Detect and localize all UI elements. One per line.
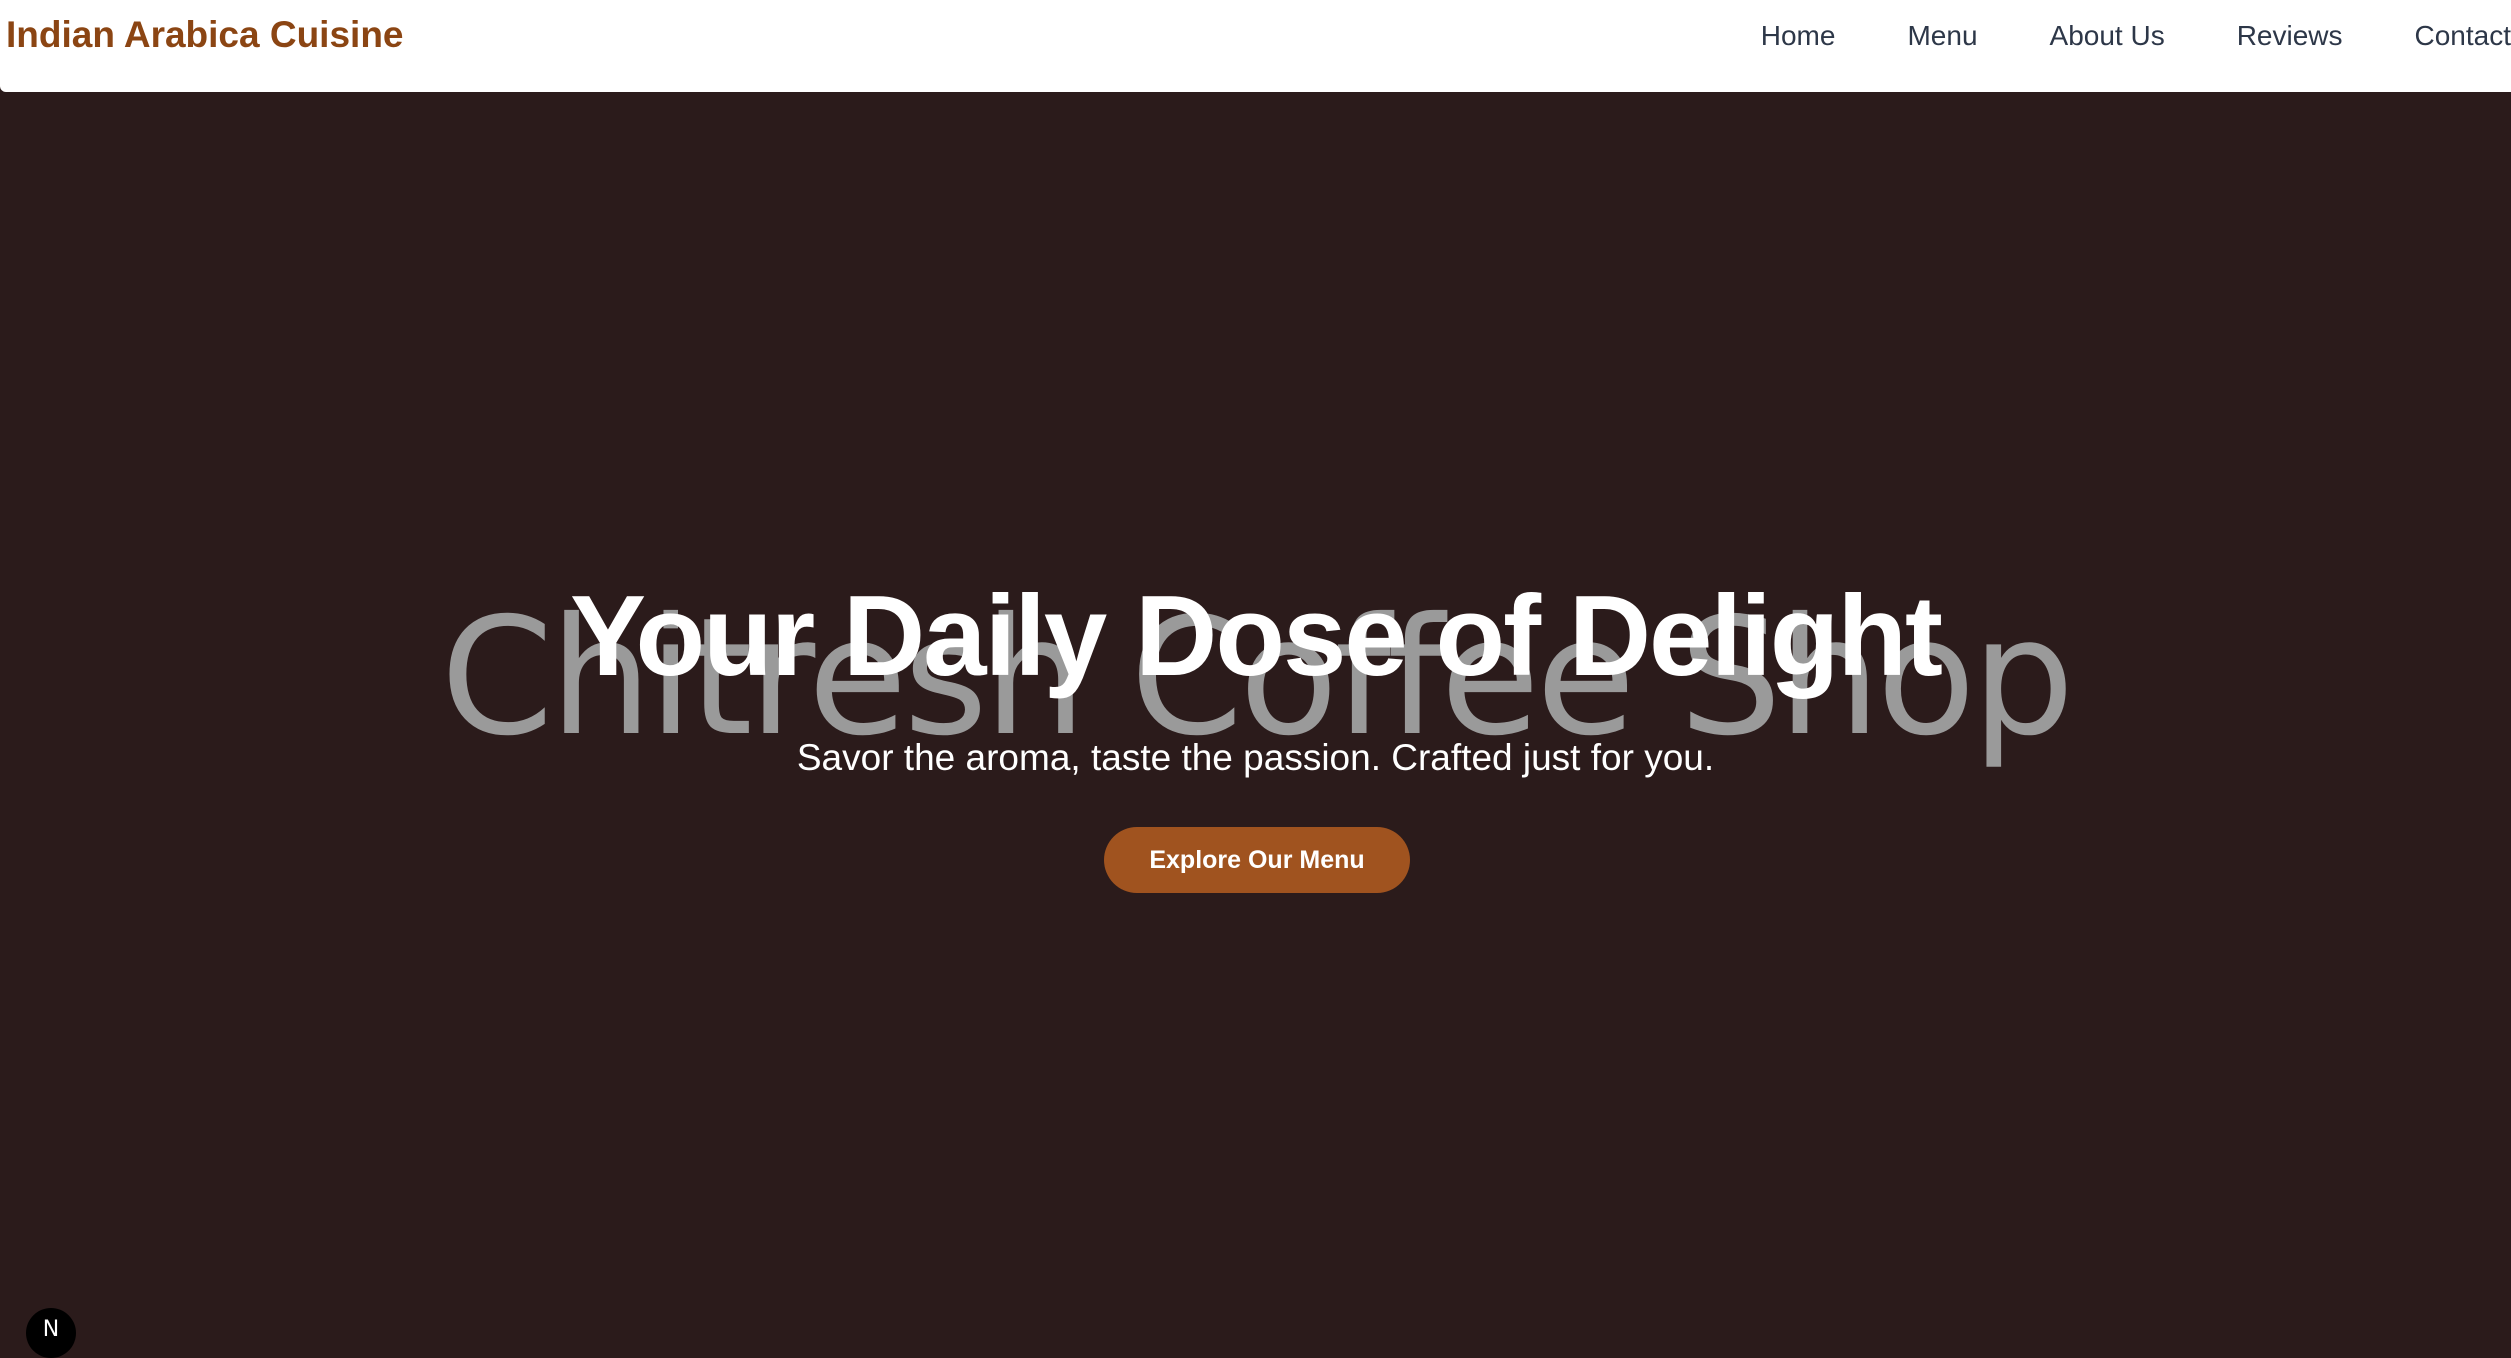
nav-link-contact[interactable]: Contact: [2415, 16, 2511, 56]
corner-badge-icon[interactable]: N: [26, 1308, 76, 1358]
nav-link-reviews[interactable]: Reviews: [2237, 16, 2343, 56]
nav-link-home[interactable]: Home: [1761, 16, 1836, 56]
nav-links: Home Menu About Us Reviews Contact: [1761, 16, 2511, 56]
hero-subtitle: Savor the aroma, taste the passion. Craf…: [0, 733, 2511, 783]
hero-title: Your Daily Dose of Delight: [0, 572, 2511, 702]
nav-link-menu[interactable]: Menu: [1907, 16, 1977, 56]
brand-logo-text[interactable]: Indian Arabica Cuisine: [6, 13, 404, 57]
top-navbar: Indian Arabica Cuisine Home Menu About U…: [0, 0, 2511, 92]
nav-link-about-us[interactable]: About Us: [2050, 16, 2165, 56]
explore-menu-button[interactable]: Explore Our Menu: [1104, 827, 1410, 893]
